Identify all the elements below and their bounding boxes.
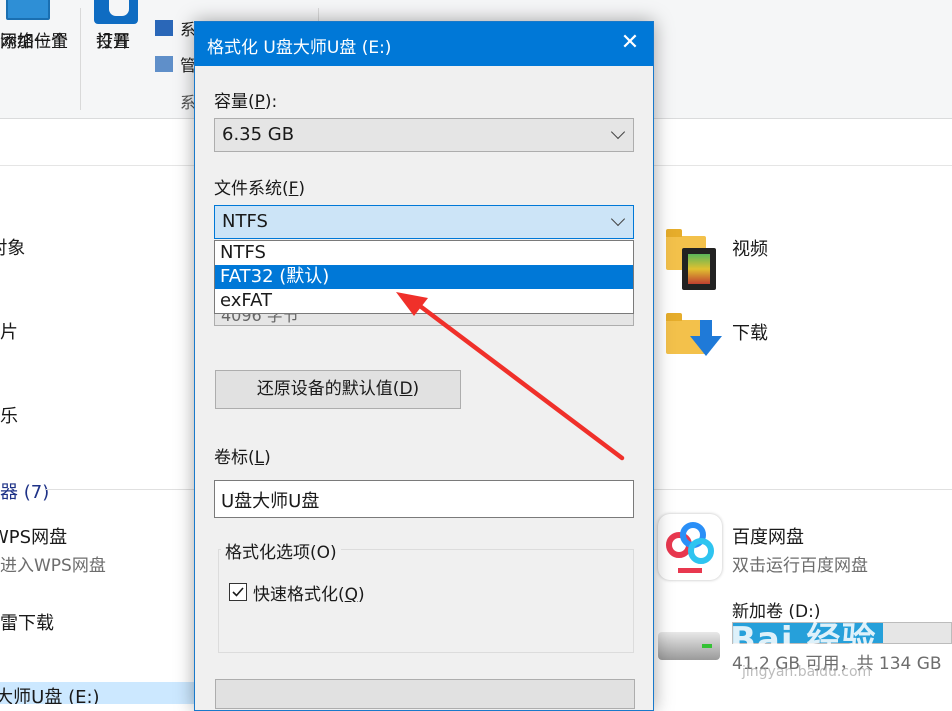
item-thunder[interactable]: 迅雷下载 xyxy=(0,609,54,635)
film-strip-icon xyxy=(682,248,716,290)
capacity-label: 容量(P): xyxy=(214,87,277,112)
chevron-down-icon xyxy=(610,124,626,140)
filesystem-accesskey: F xyxy=(288,179,299,199)
filesystem-label: 文件系统(F) xyxy=(214,174,305,199)
chevron-down-icon xyxy=(610,211,626,227)
baidu-bar-icon xyxy=(678,568,702,573)
format-options-title: 格式化选项(O) xyxy=(221,538,341,563)
dialog-title: 格式化 U盘大师U盘 (E:) xyxy=(207,38,392,58)
baidu-ring-cyan-icon xyxy=(688,538,714,564)
item-baidu-subtitle: 双击运行百度网盘 xyxy=(732,556,868,576)
capacity-accesskey: P xyxy=(254,92,265,112)
format-dialog: 格式化 U盘大师U盘 (E:) ✕ 容量(P): 6.35 GB 文件系统(F)… xyxy=(194,21,654,711)
capacity-label-end: ): xyxy=(264,92,278,112)
hard-drive-icon xyxy=(658,632,720,660)
item-music[interactable]: 音乐 xyxy=(0,402,18,428)
capacity-select[interactable]: 6.35 GB xyxy=(214,118,634,152)
filesystem-label-end: ) xyxy=(298,179,306,199)
filesystem-option-ntfs[interactable]: NTFS xyxy=(215,241,633,265)
item-3d-objects[interactable]: 3D对象 xyxy=(0,234,25,260)
dialog-titlebar[interactable]: 格式化 U盘大师U盘 (E:) ✕ xyxy=(195,22,653,66)
volume-label-input[interactable]: U盘大师U盘 xyxy=(214,480,634,518)
quick-format-accesskey: Q xyxy=(344,585,359,605)
filesystem-select[interactable]: NTFS xyxy=(214,205,634,239)
quick-format-label[interactable]: 快速格式化(Q) xyxy=(253,580,365,605)
checkmark-icon xyxy=(232,587,244,597)
restore-defaults-label-end: ) xyxy=(412,379,420,399)
volume-label-text: 卷标( xyxy=(214,448,255,468)
capacity-label-text: 容量( xyxy=(214,92,255,112)
item-wps-subtitle: 双击进入WPS网盘 xyxy=(0,556,106,576)
quick-format-label-end: ) xyxy=(358,585,365,605)
baidu-netdisk-icon xyxy=(658,514,722,580)
left-item-column: 3D对象 图片 音乐 设备和驱动器 (7) WPS网盘 双击进入WPS网盘 迅雷… xyxy=(0,0,194,704)
item-baidu-title[interactable]: 百度网盘 xyxy=(732,523,804,549)
item-wps-title[interactable]: WPS网盘 xyxy=(0,523,67,549)
volume-label-caption: 卷标(L) xyxy=(214,443,271,468)
filesystem-option-fat32[interactable]: FAT32 (默认) xyxy=(215,265,633,289)
filesystem-dropdown-list: NTFS FAT32 (默认) exFAT xyxy=(214,240,634,314)
restore-defaults-button[interactable]: 还原设备的默认值(D) xyxy=(215,370,461,409)
watermark-url: jingyan.baidu.com xyxy=(742,664,872,680)
restore-defaults-label: 还原设备的默认值( xyxy=(256,379,400,399)
watermark-logo: Bai 经验 xyxy=(730,620,877,660)
item-videos[interactable]: 视频 xyxy=(732,235,768,261)
volume-label-accesskey: L xyxy=(254,448,265,468)
close-icon[interactable]: ✕ xyxy=(607,22,653,66)
item-pictures[interactable]: 图片 xyxy=(0,318,18,344)
volume-label-end: ) xyxy=(264,448,271,468)
download-arrow-icon xyxy=(690,320,722,356)
start-button[interactable] xyxy=(215,679,635,709)
filesystem-option-exfat[interactable]: exFAT xyxy=(215,289,633,313)
capacity-value: 6.35 GB xyxy=(222,124,295,145)
item-downloads[interactable]: 下载 xyxy=(732,319,768,345)
filesystem-label-text: 文件系统( xyxy=(214,179,289,199)
quick-format-checkbox[interactable] xyxy=(229,583,247,601)
volume-label-value: U盘大师U盘 xyxy=(221,491,320,512)
filesystem-value: NTFS xyxy=(222,211,268,232)
devices-group-header[interactable]: 设备和驱动器 (7) xyxy=(0,478,49,504)
quick-format-label-text: 快速格式化( xyxy=(253,585,345,605)
restore-defaults-accesskey: D xyxy=(399,379,413,399)
item-usb-drive[interactable]: U盘大师U盘 (E:) xyxy=(0,683,100,704)
